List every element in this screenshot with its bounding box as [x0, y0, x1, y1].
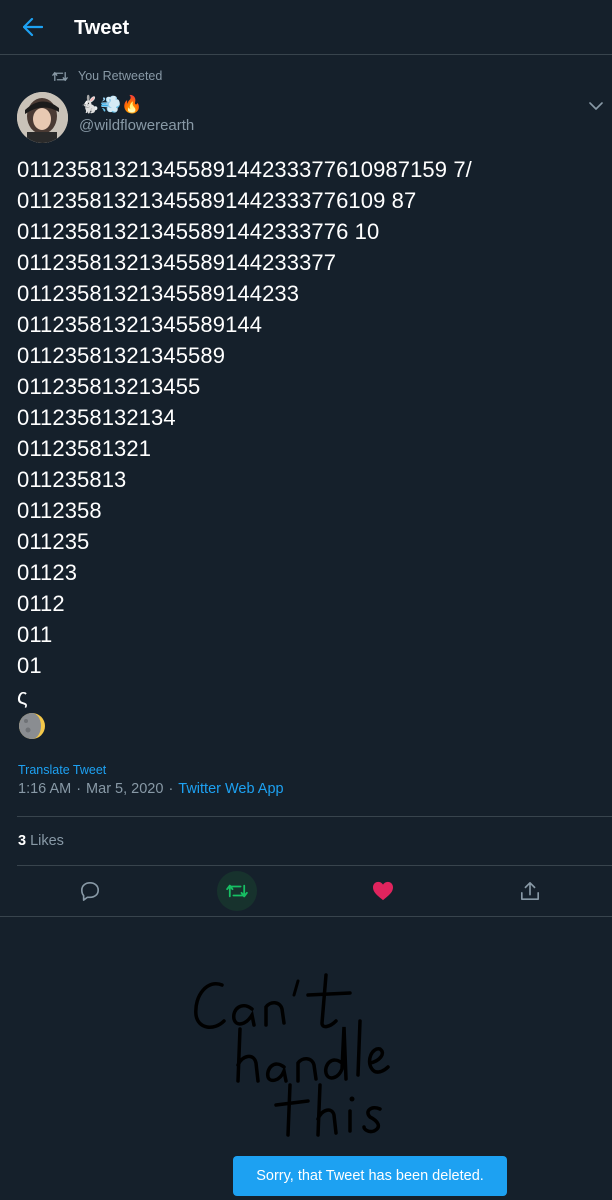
toast-message: Sorry, that Tweet has been deleted.: [256, 1168, 484, 1184]
retweet-context-label: You Retweeted: [78, 69, 163, 83]
tweet-line: 01123581321345589: [17, 343, 226, 368]
meta-separator: ·: [168, 781, 174, 797]
tweet-line: 01123581321345589144233377: [17, 250, 337, 275]
like-button[interactable]: [363, 871, 403, 911]
tweet-source-link[interactable]: Twitter Web App: [178, 780, 283, 798]
top-header: Tweet: [0, 0, 612, 55]
handwritten-annotation: Can't handle this: [194, 973, 390, 1137]
more-options-button[interactable]: [586, 96, 606, 116]
tweet-line: 01123581321345589144: [17, 312, 263, 337]
chevron-down-icon: [589, 101, 603, 110]
tweet-line: 01: [17, 653, 42, 678]
tweet-line: 0112358132134: [17, 405, 176, 430]
tweet-line: 011235813213455891442333776109 87: [17, 188, 417, 213]
tweet-line: 01123: [17, 560, 78, 585]
likes-count[interactable]: 3 Likes: [18, 832, 64, 850]
share-icon: [521, 882, 539, 900]
page-title: Tweet: [74, 17, 130, 39]
divider: [17, 816, 612, 817]
tweet-line: 0112: [17, 591, 65, 616]
share-button[interactable]: [510, 871, 550, 911]
retweet-icon: [226, 884, 248, 898]
tweet-line: 01123581321: [17, 436, 152, 461]
meta-separator: ·: [76, 781, 82, 797]
tweet-line: 011: [17, 622, 53, 647]
tweet-line: 01123581321345589144233377610987159 7/: [17, 157, 472, 182]
likes-number: 3: [18, 833, 27, 849]
tweet-action-bar: [0, 866, 612, 916]
tweet-meta: 1:16 AM · Mar 5, 2020 · Twitter Web App: [18, 780, 284, 798]
likes-label: Likes: [30, 833, 64, 849]
divider: [0, 916, 612, 917]
tweet-line: 011235: [17, 529, 90, 554]
author-display-name[interactable]: 🐇💨🔥: [79, 95, 143, 115]
translate-tweet-link[interactable]: Translate Tweet: [18, 762, 106, 778]
deleted-tweet-toast: Sorry, that Tweet has been deleted.: [233, 1156, 507, 1196]
back-button[interactable]: [18, 12, 48, 42]
tweet-line: 01123581321345589144233: [17, 281, 300, 306]
reply-button[interactable]: [70, 871, 110, 911]
tweet-page: Tweet You Retweeted 🐇💨🔥 @wildflowerearth…: [0, 0, 612, 1200]
avatar[interactable]: [17, 92, 68, 143]
tweet-date[interactable]: Mar 5, 2020: [86, 780, 163, 798]
tweet-line: 011235813213455891442333776 10: [17, 219, 380, 244]
reply-icon: [81, 882, 99, 901]
retweet-context: You Retweeted: [52, 67, 162, 85]
tweet-time[interactable]: 1:16 AM: [18, 780, 71, 798]
tweet-text: 01123581321345589144233377610987159 7/ 0…: [17, 154, 607, 712]
tweet-line: ς: [17, 684, 28, 709]
retweet-button[interactable]: [217, 871, 257, 911]
tweet-line: 011235813213455: [17, 374, 201, 399]
heart-icon: [373, 881, 393, 901]
avatar-image: [17, 92, 68, 143]
author-handle[interactable]: @wildflowerearth: [79, 117, 194, 135]
tweet-line: 011235813: [17, 467, 127, 492]
retweet-icon: [52, 71, 68, 81]
moon-emoji-icon: [19, 713, 45, 739]
tweet-line: 0112358: [17, 498, 102, 523]
arrow-left-icon: [23, 18, 43, 36]
